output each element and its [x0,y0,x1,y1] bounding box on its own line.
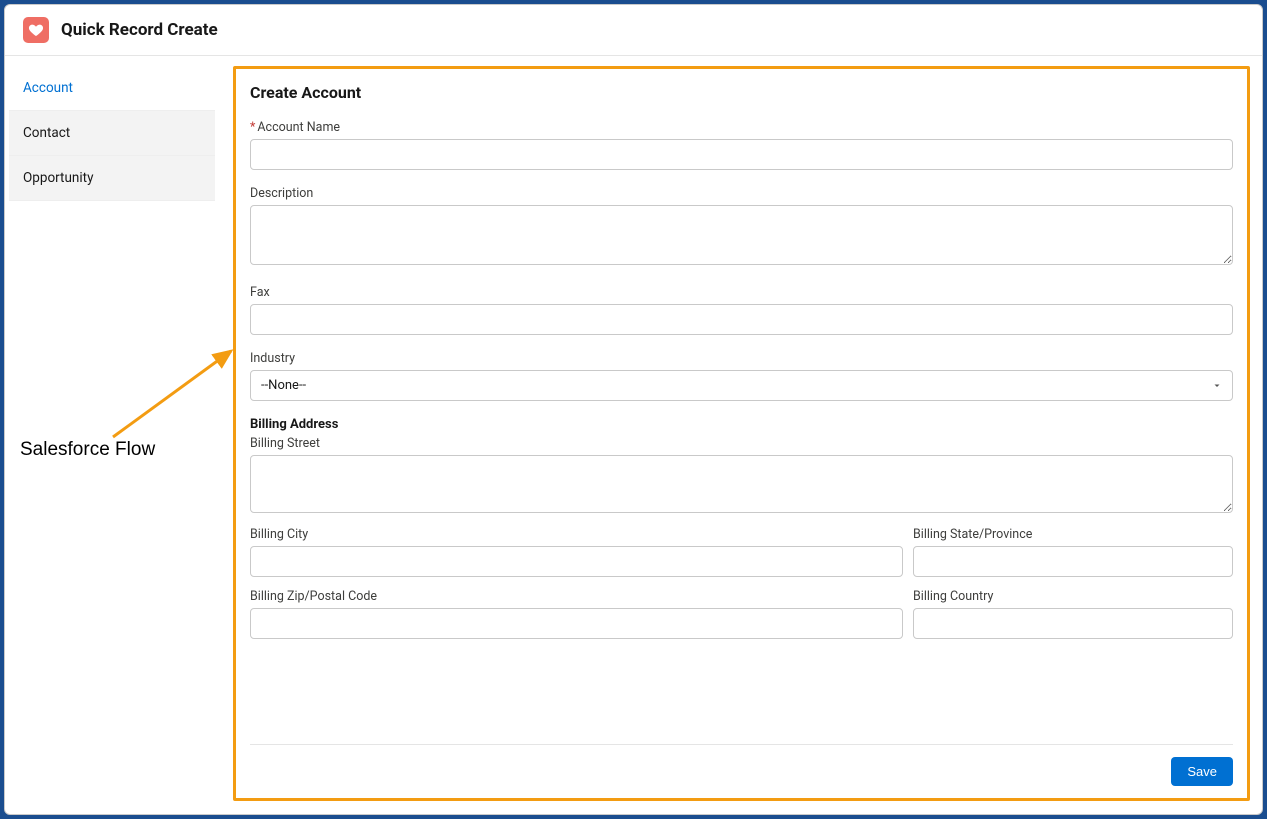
field-billing-country: Billing Country [913,589,1233,639]
sidebar-item-contact[interactable]: Contact [9,111,215,156]
fax-input[interactable] [250,304,1233,335]
sidebar-item-label: Contact [23,125,70,141]
billing-zip-label: Billing Zip/Postal Code [250,589,903,604]
industry-label: Industry [250,351,1233,366]
billing-address-heading: Billing Address [250,417,1233,432]
header-bar: Quick Record Create [5,5,1262,56]
billing-state-input[interactable] [913,546,1233,577]
form-content: *Account Name Description Fax Industry [250,120,1233,734]
sidebar-item-label: Opportunity [23,170,93,186]
highlighted-form-region: Create Account *Account Name Description… [233,66,1250,801]
field-fax: Fax [250,285,1233,335]
billing-street-label: Billing Street [250,436,1233,451]
field-account-name: *Account Name [250,120,1233,170]
main-panel: Create Account *Account Name Description… [233,66,1250,801]
sidebar: Account Contact Opportunity [5,56,215,813]
field-billing-city: Billing City [250,527,903,577]
form-title: Create Account [250,83,1233,102]
billing-zip-input[interactable] [250,608,903,639]
account-name-input[interactable] [250,139,1233,170]
sidebar-item-label: Account [23,80,73,96]
app-window: Quick Record Create Account Contact Oppo… [4,4,1263,815]
description-textarea[interactable] [250,205,1233,265]
sidebar-item-account[interactable]: Account [9,66,215,111]
field-billing-street: Billing Street [250,436,1233,517]
sidebar-item-opportunity[interactable]: Opportunity [9,156,215,201]
field-billing-zip: Billing Zip/Postal Code [250,589,903,639]
body-area: Account Contact Opportunity Create Accou… [5,56,1262,813]
fax-label: Fax [250,285,1233,300]
form-footer: Save [250,744,1233,786]
account-name-label: *Account Name [250,120,1233,135]
save-button[interactable]: Save [1171,757,1233,786]
billing-city-input[interactable] [250,546,903,577]
billing-city-label: Billing City [250,527,903,542]
billing-country-input[interactable] [913,608,1233,639]
page-title: Quick Record Create [61,20,218,40]
field-description: Description [250,186,1233,269]
billing-state-label: Billing State/Province [913,527,1233,542]
field-billing-state: Billing State/Province [913,527,1233,577]
field-industry: Industry --None-- [250,351,1233,401]
industry-select[interactable]: --None-- [250,370,1233,401]
billing-country-label: Billing Country [913,589,1233,604]
heart-icon [23,17,49,43]
required-indicator: * [250,120,255,135]
description-label: Description [250,186,1233,201]
billing-street-textarea[interactable] [250,455,1233,513]
